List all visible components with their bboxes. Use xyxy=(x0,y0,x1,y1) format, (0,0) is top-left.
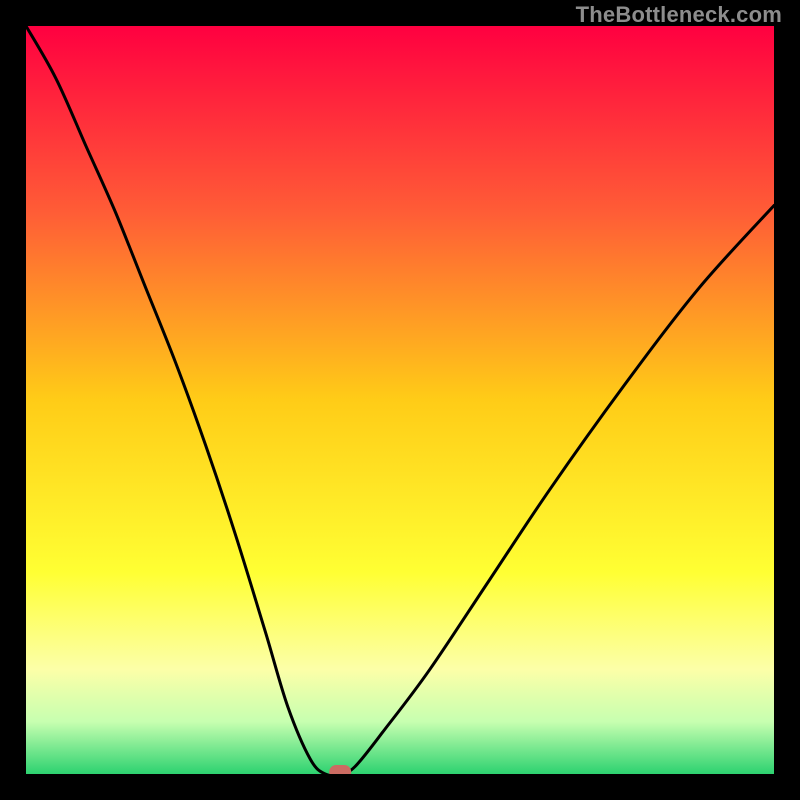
bottleneck-chart xyxy=(26,26,774,774)
watermark-text: TheBottleneck.com xyxy=(576,2,782,28)
chart-frame: TheBottleneck.com xyxy=(0,0,800,800)
optimum-marker xyxy=(329,765,351,774)
gradient-background xyxy=(26,26,774,774)
